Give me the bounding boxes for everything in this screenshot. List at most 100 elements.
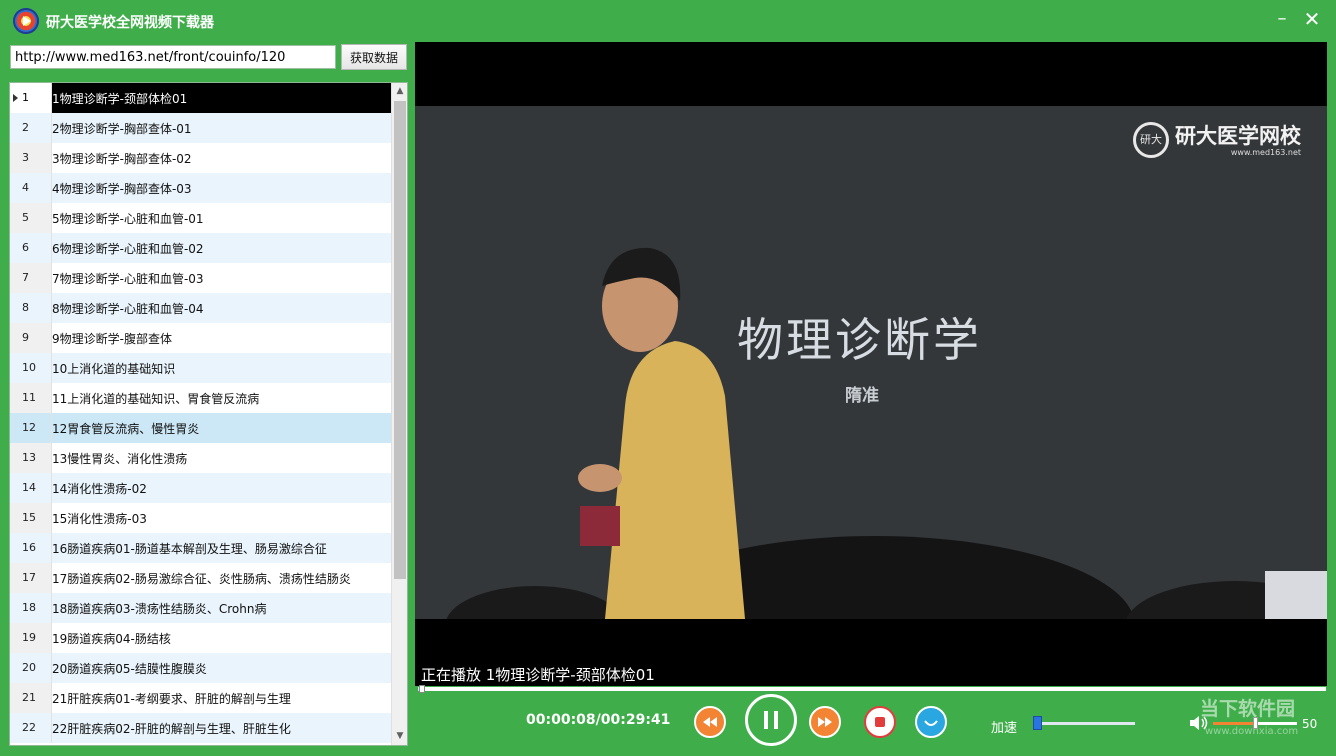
list-item[interactable]: 14 14消化性溃疡-02: [10, 473, 392, 503]
list-item[interactable]: 4 4物理诊断学-胸部查体-03: [10, 173, 392, 203]
rewind-button[interactable]: [694, 706, 726, 738]
list-item-number: 6: [10, 233, 52, 263]
slide-lecturer: 隋准: [845, 386, 879, 406]
speed-track: [1033, 722, 1135, 725]
subtitle-button[interactable]: [915, 706, 947, 738]
list-item[interactable]: 22 22肝脏疾病02-肝脏的解剖与生理、肝脏生化: [10, 713, 392, 743]
window-title: 研大医学校全网视频下载器: [46, 15, 214, 31]
list-item[interactable]: 17 17肠道疾病02-肠易激综合征、炎性肠病、溃疡性结肠炎: [10, 563, 392, 593]
video-player[interactable]: 物理诊断学 隋准 研大 研大医学网校 www.med163.net 正在播放 1…: [415, 42, 1327, 686]
app-logo-icon: [13, 8, 39, 34]
list-item[interactable]: 2 2物理诊断学-胸部查体-01: [10, 113, 392, 143]
minimize-button[interactable]: –: [1268, 6, 1296, 32]
list-item[interactable]: 3 3物理诊断学-胸部查体-02: [10, 143, 392, 173]
current-row-marker-icon: [13, 94, 18, 102]
list-item-title: 15消化性溃疡-03: [52, 511, 147, 526]
list-item[interactable]: 7 7物理诊断学-心脏和血管-03: [10, 263, 392, 293]
speaker-icon: [1190, 716, 1208, 730]
list-item[interactable]: 20 20肠道疾病05-结膜性腹膜炎: [10, 653, 392, 683]
list-item[interactable]: 21 21肝脏疾病01-考纲要求、肝脏的解剖与生理: [10, 683, 392, 713]
subtitle-icon: [924, 720, 938, 726]
rewind-icon: [703, 717, 717, 727]
scrollbar-thumb[interactable]: [394, 101, 406, 579]
list-item-title: 3物理诊断学-胸部查体-02: [52, 151, 192, 166]
brand-name: 研大医学网校: [1175, 123, 1301, 148]
list-item-number: 14: [10, 473, 52, 503]
stop-button[interactable]: [864, 706, 896, 738]
speed-knob[interactable]: [1033, 716, 1042, 730]
list-item-number: 9: [10, 323, 52, 353]
list-item-title: 17肠道疾病02-肠易激综合征、炎性肠病、溃疡性结肠炎: [52, 571, 351, 586]
list-item[interactable]: 16 16肠道疾病01-肠道基本解剖及生理、肠易激综合征: [10, 533, 392, 563]
list-item-title: 7物理诊断学-心脏和血管-03: [52, 271, 204, 286]
list-item-title: 13慢性胃炎、消化性溃疡: [52, 451, 188, 466]
stop-icon: [875, 717, 885, 727]
list-item-number: 22: [10, 713, 52, 743]
list-scrollbar[interactable]: ▲ ▼: [391, 83, 407, 745]
fast-forward-button[interactable]: [809, 706, 841, 738]
list-item-title: 22肝脏疾病02-肝脏的解剖与生理、肝脏生化: [52, 721, 291, 736]
list-item[interactable]: 8 8物理诊断学-心脏和血管-04: [10, 293, 392, 323]
fetch-data-button[interactable]: 获取数据: [341, 44, 407, 70]
volume-knob[interactable]: [1253, 717, 1258, 729]
list-item[interactable]: 5 5物理诊断学-心脏和血管-01: [10, 203, 392, 233]
list-item[interactable]: 6 6物理诊断学-心脏和血管-02: [10, 233, 392, 263]
list-item[interactable]: 11 11上消化道的基础知识、胃食管反流病: [10, 383, 392, 413]
list-item[interactable]: 12 12胃食管反流病、慢性胃炎: [10, 413, 392, 443]
list-item-number: 3: [10, 143, 52, 173]
now-playing-text: 正在播放 1物理诊断学-颈部体检01: [421, 666, 655, 684]
pause-button[interactable]: [745, 694, 797, 746]
list-item-number: 4: [10, 173, 52, 203]
list-item[interactable]: 19 19肠道疾病04-肠结核: [10, 623, 392, 653]
list-item-title: 2物理诊断学-胸部查体-01: [52, 121, 192, 136]
time-display: 00:00:08/00:29:41: [526, 712, 671, 728]
list-item[interactable]: 13 13慢性胃炎、消化性溃疡: [10, 443, 392, 473]
progress-knob[interactable]: [419, 685, 426, 693]
volume-icon[interactable]: [1188, 713, 1210, 733]
list-item-number: 20: [10, 653, 52, 683]
speed-slider[interactable]: [1033, 714, 1137, 734]
close-button[interactable]: ✕: [1298, 6, 1326, 32]
list-item-title: 10上消化道的基础知识: [52, 361, 176, 376]
title-bar: 研大医学校全网视频下载器 – ✕: [0, 0, 1336, 42]
list-item-number: 5: [10, 203, 52, 233]
video-frame[interactable]: 物理诊断学 隋准 研大 研大医学网校 www.med163.net: [415, 106, 1327, 619]
scroll-down-arrow-icon[interactable]: ▼: [392, 728, 407, 745]
list-item-title: 8物理诊断学-心脏和血管-04: [52, 301, 204, 316]
brand-url: www.med163.net: [1230, 147, 1301, 157]
list-item-number: 10: [10, 353, 52, 383]
speed-label: 加速: [991, 721, 1018, 736]
list-item-title: 12胃食管反流病、慢性胃炎: [52, 421, 200, 436]
episode-list: 1 1物理诊断学-颈部体检01 2 2物理诊断学-胸部查体-01 3 3物理诊断学-胸部查…: [9, 82, 408, 746]
list-item-title: 14消化性溃疡-02: [52, 481, 147, 496]
url-input[interactable]: [10, 45, 336, 69]
list-item-title: 6物理诊断学-心脏和血管-02: [52, 241, 204, 256]
list-item[interactable]: 9 9物理诊断学-腹部查体: [10, 323, 392, 353]
volume-fill: [1213, 722, 1255, 725]
list-item-number: 13: [10, 443, 52, 473]
list-item-number: 11: [10, 383, 52, 413]
list-item-number: 18: [10, 593, 52, 623]
list-item-number: 19: [10, 623, 52, 653]
list-item-title: 18肠道疾病03-溃疡性结肠炎、Crohn病: [52, 601, 267, 616]
list-item[interactable]: 18 18肠道疾病03-溃疡性结肠炎、Crohn病: [10, 593, 392, 623]
list-item[interactable]: 15 15消化性溃疡-03: [10, 503, 392, 533]
scroll-up-arrow-icon[interactable]: ▲: [392, 83, 407, 100]
list-item-title: 19肠道疾病04-肠结核: [52, 631, 171, 646]
list-item-number: 16: [10, 533, 52, 563]
list-item[interactable]: 1 1物理诊断学-颈部体检01: [10, 83, 392, 113]
list-item[interactable]: 10 10上消化道的基础知识: [10, 353, 392, 383]
list-item-number: 2: [10, 113, 52, 143]
list-item-number: 7: [10, 263, 52, 293]
list-item-number: 15: [10, 503, 52, 533]
list-item-title: 20肠道疾病05-结膜性腹膜炎: [52, 661, 207, 676]
playback-progress-bar[interactable]: [418, 685, 1326, 693]
list-item-title: 16肠道疾病01-肠道基本解剖及生理、肠易激综合征: [52, 541, 327, 556]
list-item-number: 12: [10, 413, 52, 443]
brand-watermark: 研大 研大医学网校 www.med163.net: [1133, 122, 1301, 158]
volume-slider[interactable]: [1213, 714, 1299, 734]
list-item-title: 5物理诊断学-心脏和血管-01: [52, 211, 204, 226]
slide-title: 物理诊断学: [737, 313, 982, 367]
fast-forward-icon: [818, 717, 832, 727]
list-item-number: 17: [10, 563, 52, 593]
